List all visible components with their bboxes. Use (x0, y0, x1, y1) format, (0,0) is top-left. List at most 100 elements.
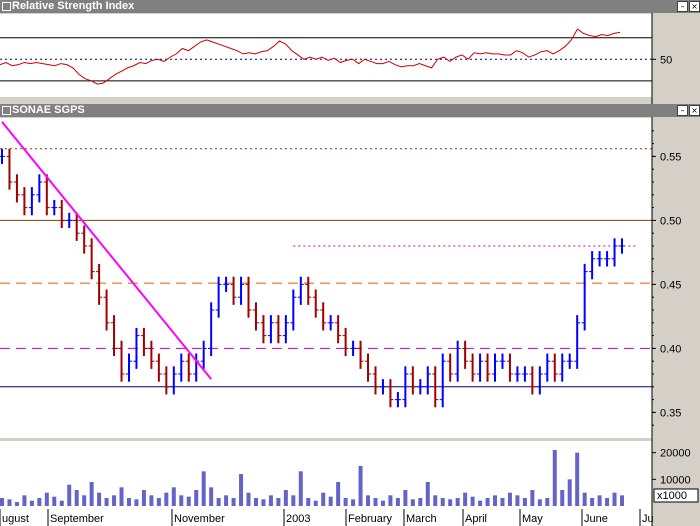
volume-bar (239, 474, 244, 506)
date-axis-label: April (465, 513, 487, 525)
volume-y-tick-label: 20000 (660, 448, 691, 460)
volume-bar (126, 498, 131, 506)
volume-bar (14, 502, 19, 506)
volume-bar (522, 498, 527, 506)
volume-bar (313, 500, 318, 506)
volume-bar (530, 490, 535, 506)
volume-bar (89, 482, 94, 506)
date-axis-label: November (174, 513, 225, 525)
volume-bar (22, 495, 27, 506)
volume-bar (186, 496, 191, 506)
panel-menu-icon[interactable] (2, 106, 11, 115)
volume-bar (268, 495, 273, 506)
volume-bar (321, 492, 326, 506)
price-plot-area (0, 118, 652, 438)
volume-bar (552, 450, 557, 506)
minimize-icon[interactable]: – (677, 1, 688, 12)
panel-menu-icon[interactable] (2, 2, 11, 11)
volume-bar (59, 500, 64, 506)
price-y-tick-label: 0.50 (660, 215, 681, 227)
volume-bar (545, 498, 550, 506)
volume-bar (440, 498, 445, 506)
volume-bar (306, 498, 311, 506)
volume-bar (463, 492, 468, 506)
volume-y-tick-label: 10000 (660, 474, 691, 486)
volume-bar (425, 482, 430, 506)
volume-bar (112, 495, 117, 506)
volume-bar (246, 492, 251, 506)
volume-bar (410, 499, 415, 506)
volume-bar (171, 487, 176, 506)
volume-bar (418, 498, 423, 506)
volume-bar (67, 484, 72, 506)
volume-bar (582, 492, 587, 506)
rsi-plot-area (0, 14, 652, 97)
volume-bar (478, 500, 483, 506)
volume-bar (119, 487, 124, 506)
volume-bar (201, 471, 206, 506)
volume-bar (605, 498, 610, 506)
volume-bar (97, 492, 102, 506)
volume-bar (388, 495, 393, 506)
volume-bar (433, 495, 438, 506)
volume-bar (575, 452, 580, 506)
date-axis-label: March (406, 513, 437, 525)
volume-bar (134, 499, 139, 506)
volume-bar (590, 498, 595, 506)
volume-bar (403, 490, 408, 506)
volume-bar (141, 490, 146, 506)
volume-bar (156, 498, 161, 506)
price-y-tick-label: 0.35 (660, 407, 681, 419)
volume-bar (231, 498, 236, 506)
volume-bar (567, 479, 572, 506)
volume-bar (37, 498, 42, 506)
close-icon[interactable]: × (689, 105, 700, 116)
minimize-icon[interactable]: – (677, 105, 688, 116)
volume-bar (149, 495, 154, 506)
volume-bar (515, 495, 520, 506)
volume-bar (44, 492, 49, 506)
volume-bar (380, 500, 385, 506)
volume-bar (470, 496, 475, 506)
close-icon[interactable]: × (689, 1, 700, 12)
volume-bar (29, 500, 34, 506)
date-axis-label: ugust (2, 513, 29, 525)
price-y-tick-label: 0.45 (660, 279, 681, 291)
volume-bar (343, 498, 348, 506)
volume-bar (0, 498, 4, 506)
volume-bar (276, 498, 281, 506)
date-axis-label: September (50, 513, 104, 525)
volume-bar (216, 498, 221, 506)
volume-bar (620, 495, 624, 506)
volume-bar (82, 495, 87, 506)
volume-bar (597, 495, 602, 506)
volume-bar (253, 498, 258, 506)
date-axis-label: June (584, 513, 608, 525)
volume-bar (448, 499, 453, 506)
volume-bar (493, 495, 498, 506)
volume-bar (261, 499, 266, 506)
price-y-tick-label: 0.55 (660, 151, 681, 163)
volume-bar (507, 492, 512, 506)
volume-bar (291, 495, 296, 506)
volume-bar (560, 490, 565, 506)
rsi-y-tick-label: 50 (660, 54, 672, 66)
date-axis-label: 2003 (286, 513, 310, 525)
volume-bar (500, 498, 505, 506)
volume-bar (7, 499, 12, 506)
volume-bar (74, 490, 79, 506)
volume-bar (194, 490, 199, 506)
volume-bar (283, 490, 288, 506)
volume-bar (298, 471, 303, 506)
volume-bar (179, 495, 184, 506)
volume-bar (537, 499, 542, 506)
volume-bar (395, 498, 400, 506)
volume-bar (52, 496, 57, 506)
volume-bar (104, 498, 109, 506)
volume-bar (224, 495, 229, 506)
volume-unit-label: x1000 (657, 490, 687, 502)
date-axis-label: February (348, 513, 393, 525)
rsi-panel-title: Relative Strength Index (12, 0, 135, 12)
volume-bar (366, 495, 371, 506)
price-panel-title: SONAE SGPS (12, 104, 85, 116)
